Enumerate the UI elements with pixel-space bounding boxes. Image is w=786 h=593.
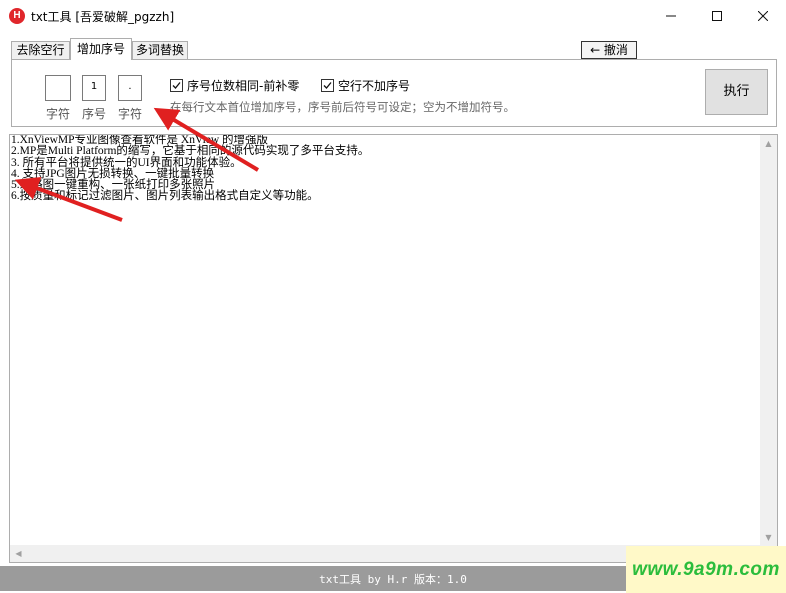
- minimize-icon: [666, 15, 676, 16]
- tab-remove-empty-lines[interactable]: 去除空行: [11, 41, 70, 59]
- tab-multi-word-replace[interactable]: 多词替换: [132, 41, 188, 59]
- same-digits-checkbox[interactable]: 序号位数相同-前补零: [170, 77, 299, 94]
- text-editor[interactable]: 1.XnViewMP专业图像查看软件是 XnView 的增强版 2.MP是Mul…: [9, 134, 778, 563]
- skip-empty-lines-label: 空行不加序号: [338, 79, 411, 93]
- number-label: 序号: [82, 107, 107, 121]
- site-watermark: www.9a9m.com: [626, 546, 786, 593]
- text-line: 2.MP是Multi Platform的缩写，它基于相同的源代码实现了多平台支持…: [11, 145, 370, 158]
- close-icon: [758, 10, 768, 21]
- scroll-down-icon[interactable]: ▼: [760, 529, 777, 546]
- window-title: txt工具 [吾爱破解_pgzzh]: [31, 10, 175, 24]
- maximize-icon: [712, 10, 722, 21]
- tab-bar: 去除空行 增加序号 多词替换: [0, 32, 786, 60]
- close-button[interactable]: [740, 0, 786, 31]
- suffix-label: 字符: [118, 107, 143, 121]
- undo-button[interactable]: ← 撤消: [581, 41, 637, 59]
- suffix-char-input[interactable]: .: [118, 75, 142, 101]
- checkbox-checked-icon: [321, 79, 334, 92]
- watermark-text: www.9a9m.com: [632, 558, 780, 580]
- start-number-input[interactable]: 1: [82, 75, 106, 101]
- vertical-scrollbar[interactable]: ▲ ▼: [760, 135, 777, 546]
- hint-text: 在每行文本首位增加序号，序号前后符号可设定；空为不增加符号。: [170, 100, 515, 114]
- app-logo-icon: H: [9, 8, 25, 24]
- title-bar: H txt工具 [吾爱破解_pgzzh]: [0, 0, 786, 32]
- same-digits-label: 序号位数相同-前补零: [187, 79, 300, 93]
- maximize-button[interactable]: [694, 0, 740, 31]
- add-numbers-panel: 1 . 字符 序号 字符 序号位数相同-前补零 空行不加序号 在每行文本首位增加…: [11, 59, 777, 127]
- skip-empty-lines-checkbox[interactable]: 空行不加序号: [321, 77, 410, 94]
- scroll-up-icon[interactable]: ▲: [760, 135, 777, 152]
- prefix-char-input[interactable]: [45, 75, 71, 101]
- minimize-button[interactable]: [648, 0, 694, 31]
- checkbox-checked-icon: [170, 79, 183, 92]
- text-line: 6.按质量和标记过滤图片、图片列表输出格式自定义等功能。: [11, 190, 319, 203]
- prefix-label: 字符: [46, 107, 71, 121]
- tab-add-line-numbers[interactable]: 增加序号: [70, 38, 132, 60]
- text-content[interactable]: 1.XnViewMP专业图像查看软件是 XnView 的增强版 2.MP是Mul…: [10, 135, 760, 203]
- scroll-left-icon[interactable]: ◀: [10, 545, 27, 562]
- execute-button[interactable]: 执行: [705, 69, 768, 115]
